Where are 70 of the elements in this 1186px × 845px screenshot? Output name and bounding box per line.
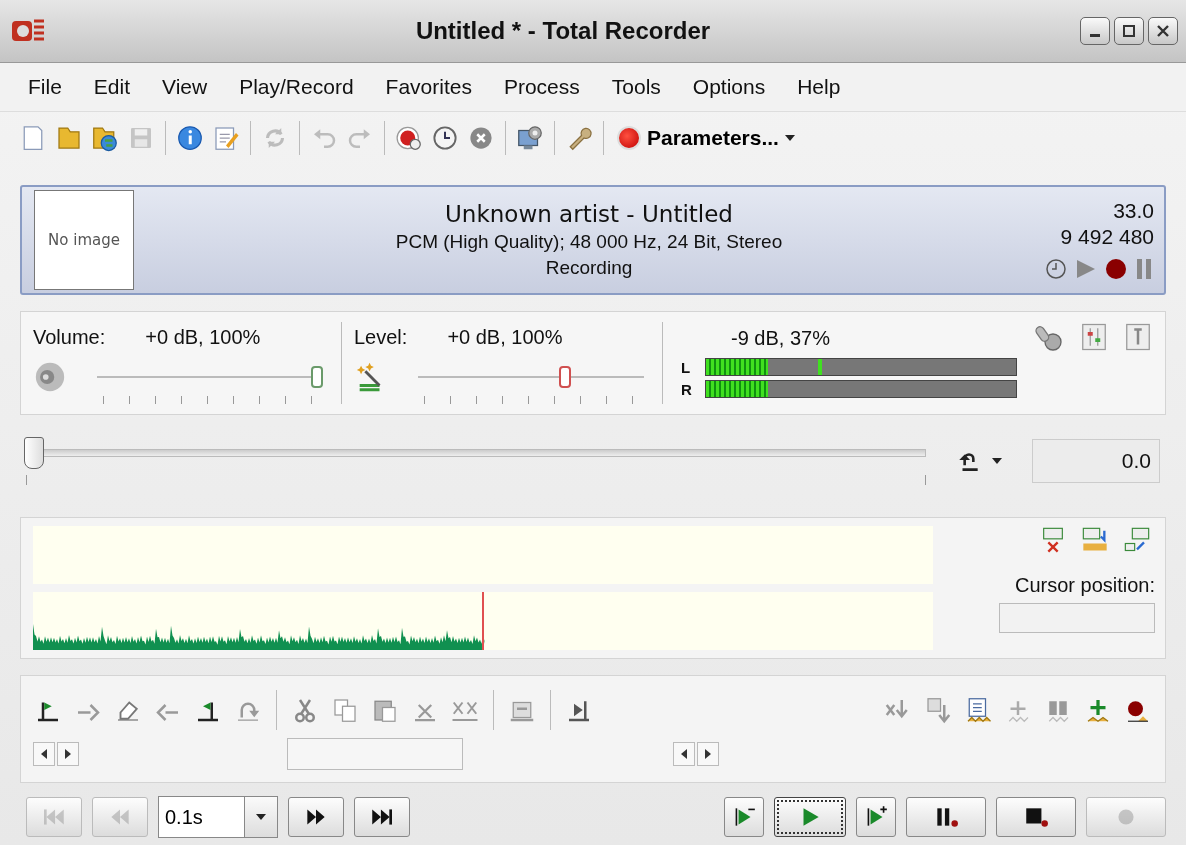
record-icon xyxy=(1104,257,1128,281)
right-arrow-icon xyxy=(64,749,72,759)
no-image-text: No image xyxy=(48,231,120,249)
level-label: Level: xyxy=(354,325,408,349)
right-arrow-icon xyxy=(704,749,712,759)
channel-label: R xyxy=(681,380,693,398)
properties-icon[interactable] xyxy=(1123,322,1153,352)
track-title: Unknown artist - Untitled xyxy=(445,201,733,227)
scroll-right-button[interactable] xyxy=(697,742,719,766)
menu-item[interactable]: Favorites xyxy=(369,75,488,99)
left-arrow-icon xyxy=(40,749,48,759)
pause-icon xyxy=(1134,257,1154,281)
clock-icon xyxy=(1044,257,1068,281)
meter-reading: -9 dB, 37% xyxy=(731,326,830,350)
window-title: Untitled * - Total Recorder xyxy=(414,17,712,45)
stop-record-button[interactable] xyxy=(996,797,1076,837)
maximize-icon xyxy=(1122,24,1136,38)
scroll-right-button[interactable] xyxy=(57,742,79,766)
speed-field[interactable]: 0.1s xyxy=(158,796,244,838)
speaker-icon xyxy=(33,360,67,394)
scroll-left-button[interactable] xyxy=(33,742,55,766)
position-slider[interactable] xyxy=(26,437,926,469)
export-marker-icon[interactable] xyxy=(1123,526,1151,554)
caret-icon xyxy=(256,814,266,820)
pause-record-button[interactable] xyxy=(906,797,986,837)
maximize-button[interactable] xyxy=(1114,17,1144,45)
clock-icon[interactable] xyxy=(430,123,460,153)
slider-thumb[interactable] xyxy=(559,366,572,388)
volume-slider[interactable] xyxy=(97,364,323,390)
level-reading: +0 dB, 100% xyxy=(447,325,563,349)
time-readout: 33.0 xyxy=(1113,199,1154,223)
dropdown-button[interactable] xyxy=(244,796,278,838)
record-dot-icon xyxy=(617,126,641,150)
input-field[interactable] xyxy=(287,738,463,770)
byte-count: 9 492 480 xyxy=(1060,225,1154,249)
minimize-icon xyxy=(1090,33,1100,37)
menu-item[interactable]: File xyxy=(12,75,78,99)
skip-to-end-button[interactable] xyxy=(354,797,410,837)
close-icon xyxy=(1156,24,1170,38)
mixer-icon[interactable] xyxy=(1079,322,1109,352)
fast-forward-button[interactable] xyxy=(288,797,344,837)
menu-item[interactable]: Help xyxy=(781,75,857,99)
volume-label: Volume: xyxy=(33,325,106,349)
format-text: PCM (High Quality); 48 000 Hz, 24 Bit, Stereo xyxy=(395,231,783,253)
slider-thumb[interactable] xyxy=(24,437,44,469)
info-icon[interactable] xyxy=(175,123,205,153)
channel-label: L xyxy=(681,358,692,376)
caret-icon xyxy=(784,135,795,141)
measure-icon[interactable] xyxy=(1081,526,1109,554)
status-text: Recording xyxy=(545,257,633,279)
left-arrow-icon xyxy=(680,749,688,759)
menu-item[interactable]: View xyxy=(146,75,224,99)
menu-item[interactable]: Tools xyxy=(595,75,677,99)
position-time-field: 0.0 xyxy=(1032,439,1160,483)
menu-item[interactable]: Process xyxy=(487,75,596,99)
play-button[interactable] xyxy=(774,797,846,837)
level-slider[interactable] xyxy=(418,364,644,390)
slider-thumb[interactable] xyxy=(311,366,323,388)
cursor-position-label: Cursor position: xyxy=(1014,574,1155,597)
caret-icon xyxy=(992,458,1002,464)
parameters-button[interactable]: Parameters... xyxy=(613,126,799,150)
close-button[interactable] xyxy=(1148,17,1178,45)
minimize-button[interactable] xyxy=(1080,17,1110,45)
menu-item[interactable]: Play/Record xyxy=(223,75,370,99)
play-minus-button[interactable] xyxy=(724,797,764,837)
menu-item[interactable]: Edit xyxy=(77,75,147,99)
scroll-left-button[interactable] xyxy=(673,742,695,766)
menu-item[interactable]: Options xyxy=(676,75,782,99)
volume-reading: +0 dB, 100% xyxy=(145,325,261,349)
play-plus-button[interactable] xyxy=(856,797,896,837)
